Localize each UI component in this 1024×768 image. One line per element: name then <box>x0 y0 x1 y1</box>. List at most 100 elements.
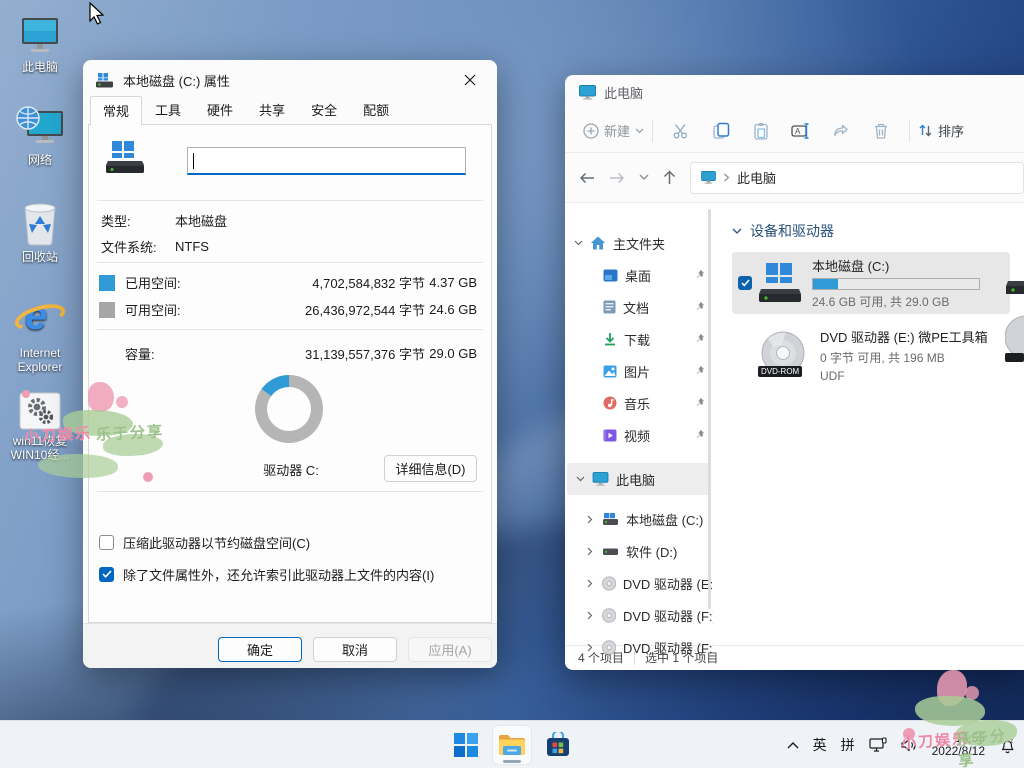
sort-arrows-icon <box>918 123 933 138</box>
compress-checkbox[interactable] <box>99 535 114 550</box>
desktop-icon-win11-restore[interactable]: win11恢复WIN10经... <box>1 384 79 462</box>
back-icon[interactable] <box>579 172 595 184</box>
dvd-icon <box>602 640 616 655</box>
new-button[interactable]: 新建 <box>583 121 644 140</box>
nav-item-documents[interactable]: 文档 <box>565 291 713 323</box>
dvd-icon <box>602 608 616 623</box>
tab-tools[interactable]: 工具 <box>142 95 194 124</box>
share-button[interactable] <box>821 122 861 140</box>
nav-item-label: 主文件夹 <box>613 234 665 253</box>
compress-checkbox-row[interactable]: 压缩此驱动器以节约磁盘空间(C) <box>89 531 491 553</box>
pin-icon <box>695 429 705 439</box>
desktop-icon-network[interactable]: 网络 <box>1 103 79 167</box>
network-tray-icon[interactable] <box>869 737 887 753</box>
paste-button[interactable] <box>741 122 781 140</box>
content-pane: 设备和驱动器 本地磁盘 (C:) 24.6 GB 可用, 共 29.0 GB <box>713 203 1024 645</box>
svg-text:z: z <box>1010 739 1013 745</box>
volume-tray-icon[interactable] <box>901 738 918 752</box>
this-pc-icon <box>1 10 79 56</box>
section-devices-and-drives[interactable]: 设备和驱动器 <box>732 219 1024 243</box>
drive-icon <box>602 545 619 558</box>
nav-item-desktop[interactable]: 桌面 <box>565 259 713 291</box>
apply-button[interactable]: 应用(A) <box>408 637 492 662</box>
recycle-bin-icon <box>1 200 79 246</box>
desktop-icon-this-pc[interactable]: 此电脑 <box>1 10 79 74</box>
used-space-label: 已用空间: <box>125 273 275 292</box>
nav-scrollbar[interactable] <box>708 209 711 609</box>
tab-general[interactable]: 常规 <box>90 96 142 125</box>
free-space-bytes: 26,436,972,544 字节 <box>275 300 425 319</box>
dvd-rom-badge: DVD-ROM <box>758 366 802 377</box>
volume-label-input[interactable] <box>187 147 466 175</box>
nav-item-dvd-f[interactable]: DVD 驱动器 (F:) <box>565 599 713 631</box>
recent-chevron-icon[interactable] <box>639 174 649 181</box>
index-checkbox[interactable] <box>99 567 114 582</box>
download-icon <box>603 332 617 346</box>
copy-button[interactable] <box>701 122 741 140</box>
explorer-titlebar[interactable]: 此电脑 <box>565 75 1024 109</box>
tab-security[interactable]: 安全 <box>298 95 350 124</box>
desktop-icon-label: Internet Explorer <box>1 346 79 374</box>
microsoft-store-taskbar-button[interactable] <box>538 725 578 765</box>
nav-item-this-pc[interactable]: 此电脑 <box>567 463 711 495</box>
desktop-icon-recycle-bin[interactable]: 回收站 <box>1 200 79 264</box>
chevron-right-icon <box>587 547 593 556</box>
pin-icon <box>695 301 705 311</box>
cut-button[interactable] <box>661 122 701 140</box>
index-checkbox-label: 除了文件属性外，还允许索引此驱动器上文件的内容(I) <box>123 565 434 584</box>
sort-button[interactable]: 排序 <box>918 121 964 140</box>
drive-c-tile[interactable]: 本地磁盘 (C:) 24.6 GB 可用, 共 29.0 GB <box>732 252 1010 314</box>
explorer-title: 此电脑 <box>604 83 643 102</box>
nav-item-videos[interactable]: 视频 <box>565 419 713 451</box>
system-drive-icon <box>95 73 114 88</box>
forward-icon[interactable] <box>609 172 625 184</box>
drive-name: 本地磁盘 (C:) <box>812 256 980 275</box>
rename-button[interactable]: A <box>781 122 821 140</box>
system-drive-icon <box>105 141 145 175</box>
desktop-icon-internet-explorer[interactable]: e Internet Explorer <box>1 292 79 374</box>
nav-item-dvd-e[interactable]: DVD 驱动器 (E:) <box>565 567 713 599</box>
ime-language-pinyin[interactable]: 拼 <box>841 735 855 755</box>
dialog-titlebar[interactable]: 本地磁盘 (C:) 属性 <box>83 60 497 100</box>
ok-button[interactable]: 确定 <box>218 637 302 662</box>
chevron-down-icon <box>576 476 585 482</box>
details-button[interactable]: 详细信息(D) <box>384 455 477 482</box>
capacity-row: 容量: 31,139,557,376 字节 29.0 GB <box>89 340 491 367</box>
chevron-right-icon <box>587 579 593 588</box>
pictures-icon <box>603 365 617 378</box>
ime-language-english[interactable]: 英 <box>813 735 827 755</box>
compress-checkbox-label: 压缩此驱动器以节约磁盘空间(C) <box>123 533 310 552</box>
nav-item-music[interactable]: 音乐 <box>565 387 713 419</box>
nav-item-pictures[interactable]: 图片 <box>565 355 713 387</box>
cancel-button[interactable]: 取消 <box>313 637 397 662</box>
capacity-label: 容量: <box>125 344 275 363</box>
used-space-size: 4.37 GB <box>425 275 491 290</box>
clock[interactable]: 14:55 2022/8/12 <box>932 732 985 758</box>
type-label: 类型: <box>89 211 175 230</box>
toolbar-divider <box>909 120 910 142</box>
close-button[interactable] <box>455 67 485 93</box>
start-button[interactable] <box>446 725 486 765</box>
nav-item-drive-c[interactable]: 本地磁盘 (C:) <box>565 503 713 535</box>
tray-chevron-up-icon[interactable] <box>787 741 799 749</box>
tab-sharing[interactable]: 共享 <box>246 95 298 124</box>
nav-item-downloads[interactable]: 下载 <box>565 323 713 355</box>
tab-hardware[interactable]: 硬件 <box>194 95 246 124</box>
notification-bell-icon[interactable]: z <box>999 737 1016 754</box>
nav-item-drive-d[interactable]: 软件 (D:) <box>565 535 713 567</box>
file-explorer-taskbar-button[interactable] <box>492 725 532 765</box>
address-box[interactable]: 此电脑 <box>690 162 1024 194</box>
up-icon[interactable] <box>663 170 676 185</box>
drive-free-text: 24.6 GB 可用, 共 29.0 GB <box>812 293 980 310</box>
pin-icon <box>695 333 705 343</box>
dvd-e-tile[interactable]: DVD-ROM DVD 驱动器 (E:) 微PE工具箱 0 字节 可用, 共 1… <box>732 323 1010 387</box>
check-icon <box>102 570 112 578</box>
selected-checkbox[interactable] <box>738 276 752 290</box>
index-checkbox-row[interactable]: 除了文件属性外，还允许索引此驱动器上文件的内容(I) <box>89 563 491 585</box>
delete-button[interactable] <box>861 122 901 140</box>
nav-item-label: 桌面 <box>625 266 651 285</box>
tab-quota[interactable]: 配额 <box>350 95 402 124</box>
text-caret <box>193 153 194 169</box>
nav-item-dvd-f2[interactable]: DVD 驱动器 (F:) <box>565 631 713 663</box>
nav-item-home[interactable]: 主文件夹 <box>565 227 713 259</box>
